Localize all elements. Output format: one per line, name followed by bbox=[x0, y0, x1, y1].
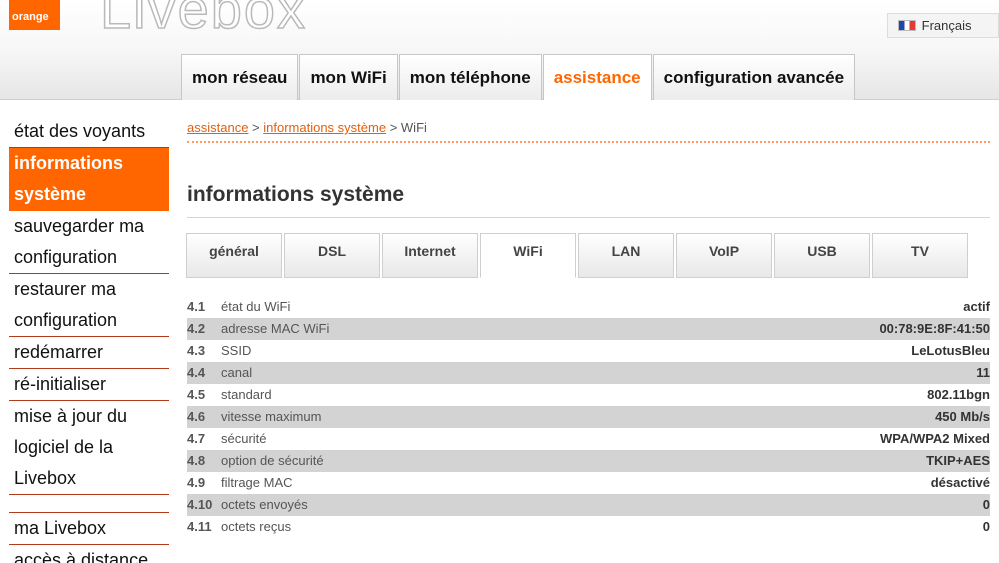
row-value: actif bbox=[963, 299, 990, 314]
row-label: octets reçus bbox=[221, 519, 292, 534]
row-number: 4.7 bbox=[187, 431, 206, 446]
page-title: informations système bbox=[187, 183, 405, 206]
sidebar-item-restaurer[interactable]: restaurer ma configuration bbox=[9, 274, 169, 337]
sidebar-separator bbox=[9, 495, 169, 513]
breadcrumb-current: WiFi bbox=[400, 120, 427, 135]
row-number: 4.6 bbox=[187, 409, 206, 424]
info-row-wifi-status: 4.1 état du WiFi actif bbox=[187, 296, 990, 318]
row-number: 4.9 bbox=[187, 475, 206, 490]
row-label: adresse MAC WiFi bbox=[221, 321, 330, 336]
tab-general[interactable]: général bbox=[186, 233, 282, 278]
sub-tabs: général DSL Internet WiFi LAN VoIP USB T… bbox=[186, 233, 970, 278]
breadcrumb-separator: > bbox=[248, 120, 264, 135]
row-label: sécurité bbox=[221, 431, 267, 446]
sidebar-item-ma-livebox[interactable]: ma Livebox bbox=[9, 513, 169, 545]
tab-tv[interactable]: TV bbox=[872, 233, 968, 278]
info-row-ssid: 4.3 SSID LeLotusBleu bbox=[187, 340, 990, 362]
info-row-max-speed: 4.6 vitesse maximum 450 Mb/s bbox=[187, 406, 990, 428]
info-row-standard: 4.5 standard 802.11bgn bbox=[187, 384, 990, 406]
info-row-bytes-received: 4.11 octets reçus 0 bbox=[187, 516, 990, 538]
tab-wifi[interactable]: WiFi bbox=[480, 233, 576, 278]
breadcrumb-separator: > bbox=[386, 120, 401, 135]
info-row-mac-filtering: 4.9 filtrage MAC désactivé bbox=[187, 472, 990, 494]
row-number: 4.8 bbox=[187, 453, 206, 468]
nav-tab-mon-reseau[interactable]: mon réseau bbox=[181, 54, 299, 100]
tab-internet[interactable]: Internet bbox=[382, 233, 478, 278]
tab-usb[interactable]: USB bbox=[774, 233, 870, 278]
row-label: octets envoyés bbox=[221, 497, 308, 512]
language-selector[interactable]: Français bbox=[887, 13, 999, 38]
row-label: état du WiFi bbox=[221, 299, 291, 314]
row-value: 0 bbox=[982, 497, 990, 512]
row-label: canal bbox=[221, 365, 253, 380]
row-value: 450 Mb/s bbox=[935, 409, 990, 424]
orange-logo[interactable]: orange bbox=[9, 0, 60, 30]
row-value: 0 bbox=[982, 519, 990, 534]
nav-tab-configuration-avancee[interactable]: configuration avancée bbox=[652, 54, 856, 100]
livebox-admin-page: orange Livebox Français mon réseau mon W… bbox=[0, 0, 999, 563]
row-value: 11 bbox=[976, 365, 990, 380]
row-label: filtrage MAC bbox=[221, 475, 293, 490]
sidebar-item-acces-distance[interactable]: accès à distance bbox=[9, 545, 169, 563]
tab-dsl[interactable]: DSL bbox=[284, 233, 380, 278]
sidebar-item-etat-voyants[interactable]: état des voyants bbox=[9, 116, 169, 148]
info-row-channel: 4.4 canal 11 bbox=[187, 362, 990, 384]
row-value: désactivé bbox=[930, 475, 990, 490]
row-value: WPA/WPA2 Mixed bbox=[879, 431, 990, 446]
row-label: option de sécurité bbox=[221, 453, 324, 468]
row-number: 4.4 bbox=[187, 365, 206, 380]
row-number: 4.2 bbox=[187, 321, 206, 336]
nav-tab-mon-wifi[interactable]: mon WiFi bbox=[299, 54, 398, 100]
sidebar-item-redemarrer[interactable]: redémarrer bbox=[9, 337, 169, 369]
tab-lan[interactable]: LAN bbox=[578, 233, 674, 278]
sidebar: état des voyants informations système sa… bbox=[9, 116, 169, 563]
row-number: 4.3 bbox=[187, 343, 206, 358]
row-value: TKIP+AES bbox=[926, 453, 990, 468]
language-label: Français bbox=[921, 18, 972, 33]
row-number: 4.11 bbox=[187, 519, 212, 534]
main-nav: mon réseau mon WiFi mon téléphone assist… bbox=[181, 54, 856, 100]
sidebar-item-sauvegarder[interactable]: sauvegarder ma configuration bbox=[9, 211, 169, 274]
sidebar-item-mise-a-jour[interactable]: mise à jour du logiciel de la Livebox bbox=[9, 401, 169, 495]
row-number: 4.10 bbox=[187, 497, 213, 512]
breadcrumb-link-assistance[interactable]: assistance bbox=[187, 120, 248, 135]
info-row-mac-address: 4.2 adresse MAC WiFi 00:78:9E:8F:41:50 bbox=[187, 318, 990, 340]
sidebar-item-reinitialiser[interactable]: ré-initialiser bbox=[9, 369, 169, 401]
tab-voip[interactable]: VoIP bbox=[676, 233, 772, 278]
row-label: standard bbox=[221, 387, 272, 402]
sidebar-item-informations-systeme[interactable]: informations système bbox=[9, 148, 169, 211]
info-row-security-option: 4.8 option de sécurité TKIP+AES bbox=[187, 450, 990, 472]
french-flag-icon bbox=[898, 20, 916, 31]
livebox-brand: Livebox bbox=[99, 0, 308, 41]
row-number: 4.5 bbox=[187, 387, 206, 402]
row-value: LeLotusBleu bbox=[911, 343, 990, 358]
breadcrumb-link-informations-systeme[interactable]: informations système bbox=[263, 120, 386, 135]
title-divider bbox=[187, 217, 990, 218]
breadcrumb: assistance > informations système > WiFi bbox=[187, 120, 427, 135]
row-number: 4.1 bbox=[187, 299, 206, 314]
row-label: SSID bbox=[221, 343, 252, 358]
nav-tab-mon-telephone[interactable]: mon téléphone bbox=[398, 54, 542, 100]
nav-tab-assistance[interactable]: assistance bbox=[542, 54, 652, 100]
info-row-bytes-sent: 4.10 octets envoyés 0 bbox=[187, 494, 990, 516]
wifi-info-table: 4.1 état du WiFi actif 4.2 adresse MAC W… bbox=[187, 296, 990, 538]
breadcrumb-divider bbox=[187, 141, 990, 143]
info-row-security: 4.7 sécurité WPA/WPA2 Mixed bbox=[187, 428, 990, 450]
row-label: vitesse maximum bbox=[221, 409, 322, 424]
row-value: 00:78:9E:8F:41:50 bbox=[879, 321, 990, 336]
row-value: 802.11bgn bbox=[927, 387, 990, 402]
